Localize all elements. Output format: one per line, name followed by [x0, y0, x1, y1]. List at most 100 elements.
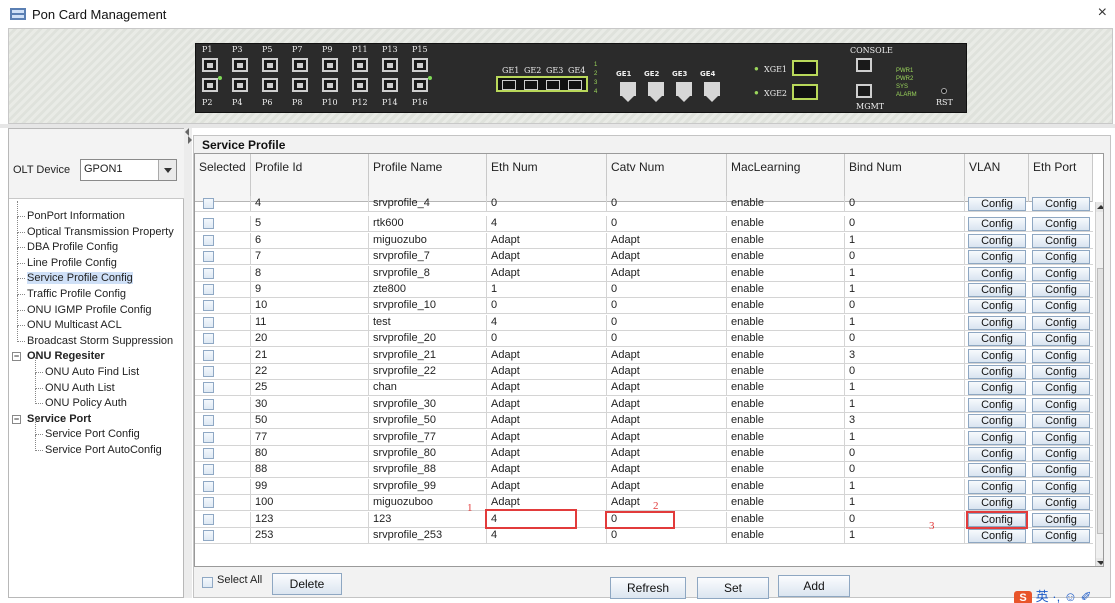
table-row[interactable]: 10 srvprofile_10 0 0 enable 0 Config Config: [195, 298, 1093, 315]
set-button[interactable]: Set: [697, 577, 769, 599]
eth-port-config-button[interactable]: Config: [1032, 266, 1090, 281]
eth-port-config-button[interactable]: Config: [1032, 332, 1090, 347]
table-row[interactable]: 77 srvprofile_77 Adapt Adapt enable 1 Config Co…: [195, 429, 1093, 446]
eth-port-config-button[interactable]: Config: [1032, 283, 1090, 297]
scroll-down-icon[interactable]: [1096, 558, 1103, 566]
eth-port-config-button[interactable]: Config: [1032, 348, 1090, 363]
row-checkbox[interactable]: [203, 497, 214, 509]
nav-item-service-profile-config[interactable]: Service Profile Config: [9, 263, 185, 287]
row-checkbox[interactable]: [203, 251, 214, 263]
rst-button-icon[interactable]: [941, 88, 947, 94]
nav-item-ponport-information[interactable]: PonPort Information: [9, 201, 185, 225]
row-checkbox[interactable]: [203, 431, 214, 443]
vlan-config-button[interactable]: Config: [968, 348, 1026, 363]
vlan-config-button[interactable]: Config: [968, 217, 1026, 232]
vlan-config-button[interactable]: Config: [968, 479, 1026, 494]
eth-port-config-button[interactable]: Config: [1032, 217, 1090, 232]
vlan-config-button[interactable]: Config: [968, 365, 1026, 379]
table-row[interactable]: 99 srvprofile_99 Adapt Adapt enable 1 Config Co…: [195, 478, 1093, 495]
nav-item-dba-profile-config[interactable]: DBA Profile Config: [9, 232, 185, 256]
table-row[interactable]: 9 zte800 1 0 enable 1 Config Config: [195, 282, 1093, 298]
vlan-config-button[interactable]: Config: [968, 299, 1026, 314]
table-row[interactable]: 8 srvprofile_8 Adapt Adapt enable 1 Config Conf…: [195, 265, 1093, 282]
row-checkbox[interactable]: [203, 349, 214, 361]
scroll-thumb[interactable]: [1097, 268, 1103, 534]
column-header-eth-port[interactable]: Eth Port: [1029, 154, 1093, 202]
table-row[interactable]: 21 srvprofile_21 Adapt Adapt enable 3 Config Co…: [195, 347, 1093, 364]
eth-port-config-button[interactable]: Config: [1032, 414, 1090, 429]
row-checkbox[interactable]: [203, 366, 214, 377]
row-checkbox[interactable]: [203, 218, 214, 230]
nav-item-broadcast-storm-suppression[interactable]: Broadcast Storm Suppression: [9, 325, 185, 350]
row-checkbox[interactable]: [203, 464, 214, 476]
panel-splitter[interactable]: [184, 128, 192, 598]
vlan-config-button[interactable]: Config: [968, 430, 1026, 445]
eth-port-config-button[interactable]: Config: [1032, 496, 1090, 511]
table-row[interactable]: 11 test 4 0 enable 1 Config Config: [195, 314, 1093, 331]
table-row[interactable]: 88 srvprofile_88 Adapt Adapt enable 0 Config Co…: [195, 462, 1093, 479]
eth-port-config-button[interactable]: Config: [1032, 250, 1090, 265]
vlan-config-button[interactable]: Config: [968, 414, 1026, 429]
row-checkbox[interactable]: [203, 267, 214, 279]
table-row[interactable]: 20 srvprofile_20 0 0 enable 0 Config Config: [195, 331, 1093, 348]
nav-item-service-port-autoconfig[interactable]: Service Port AutoConfig: [9, 434, 185, 459]
table-row[interactable]: 25 chan Adapt Adapt enable 1 Config Config: [195, 380, 1093, 397]
collapse-icon[interactable]: −: [12, 414, 21, 424]
nav-item-line-profile-config[interactable]: Line Profile Config: [9, 247, 185, 272]
nav-item-onu-policy-auth[interactable]: ONU Policy Auth: [9, 388, 185, 412]
vertical-scrollbar[interactable]: [1095, 202, 1103, 566]
table-row[interactable]: 6 miguozubo Adapt Adapt enable 1 Config Config: [195, 232, 1093, 249]
vlan-config-button[interactable]: Config: [968, 233, 1026, 248]
row-checkbox[interactable]: [203, 382, 214, 394]
add-button[interactable]: Add: [778, 575, 850, 597]
eth-port-config-button[interactable]: Config: [1032, 479, 1090, 494]
vlan-config-button[interactable]: Config: [968, 315, 1026, 330]
vlan-config-button[interactable]: Config: [968, 250, 1026, 265]
table-row[interactable]: 5 rtk600 4 0 enable 0 Config Config: [195, 216, 1093, 233]
nav-item-onu-igmp-profile-config[interactable]: ONU IGMP Profile Config: [9, 294, 185, 319]
select-all-checkbox[interactable]: [202, 577, 213, 588]
table-row[interactable]: 30 srvprofile_30 Adapt Adapt enable 1 Config Co…: [195, 396, 1093, 413]
collapse-icon[interactable]: −: [12, 352, 21, 362]
close-icon[interactable]: ×: [1098, 4, 1107, 22]
table-row[interactable]: 4 srvprofile_4 0 0 enable 0 Config Config: [195, 196, 1093, 212]
column-header-catv-num[interactable]: Catv Num: [607, 154, 727, 202]
vlan-config-button[interactable]: Config: [968, 529, 1026, 543]
row-checkbox[interactable]: [203, 316, 214, 328]
row-checkbox[interactable]: [203, 448, 214, 459]
eth-port-config-button[interactable]: Config: [1032, 299, 1090, 314]
vlan-config-button[interactable]: Config: [968, 283, 1026, 297]
eth-port-config-button[interactable]: Config: [1032, 447, 1090, 461]
row-checkbox[interactable]: [203, 198, 214, 209]
row-checkbox[interactable]: [203, 284, 214, 295]
refresh-button[interactable]: Refresh: [610, 577, 686, 599]
row-checkbox[interactable]: [203, 530, 214, 541]
vlan-config-button[interactable]: Config: [968, 463, 1026, 478]
table-row[interactable]: 80 srvprofile_80 Adapt Adapt enable 0 Config Co…: [195, 446, 1093, 462]
eth-port-config-button[interactable]: Config: [1032, 233, 1090, 248]
column-header-eth-num[interactable]: Eth Num: [487, 154, 607, 202]
chevron-down-icon[interactable]: [158, 160, 176, 180]
row-checkbox[interactable]: [203, 398, 214, 410]
column-header-profile-name[interactable]: Profile Name: [369, 154, 487, 202]
eth-port-config-button[interactable]: Config: [1032, 529, 1090, 543]
ime-toolbar[interactable]: S 英 ·, ☺ ✐: [1014, 586, 1110, 603]
delete-button[interactable]: Delete: [272, 573, 342, 595]
eth-port-config-button[interactable]: Config: [1032, 197, 1090, 211]
eth-port-config-button[interactable]: Config: [1032, 381, 1090, 396]
vlan-config-button[interactable]: Config: [968, 332, 1026, 347]
table-row[interactable]: 100 miguozuboo Adapt Adapt enable 1 Config Conf…: [195, 495, 1093, 512]
expand-right-icon[interactable]: [188, 136, 192, 144]
column-header-maclearning[interactable]: MacLearning: [727, 154, 845, 202]
row-checkbox[interactable]: [203, 415, 214, 427]
column-header-profile-id[interactable]: Profile Id: [251, 154, 369, 202]
collapse-left-icon[interactable]: [185, 128, 189, 136]
table-row[interactable]: 253 srvprofile_253 4 0 enable 1 Config Config: [195, 528, 1093, 544]
vlan-config-button[interactable]: Config: [968, 496, 1026, 511]
nav-item-onu-multicast-acl[interactable]: ONU Multicast ACL: [9, 310, 185, 334]
table-row[interactable]: 7 srvprofile_7 Adapt Adapt enable 0 Config Conf…: [195, 249, 1093, 266]
scroll-up-icon[interactable]: [1096, 202, 1103, 212]
vlan-config-button[interactable]: Config: [968, 447, 1026, 461]
eth-port-config-button[interactable]: Config: [1032, 512, 1090, 527]
table-row[interactable]: 50 srvprofile_50 Adapt Adapt enable 3 Config Co…: [195, 413, 1093, 430]
